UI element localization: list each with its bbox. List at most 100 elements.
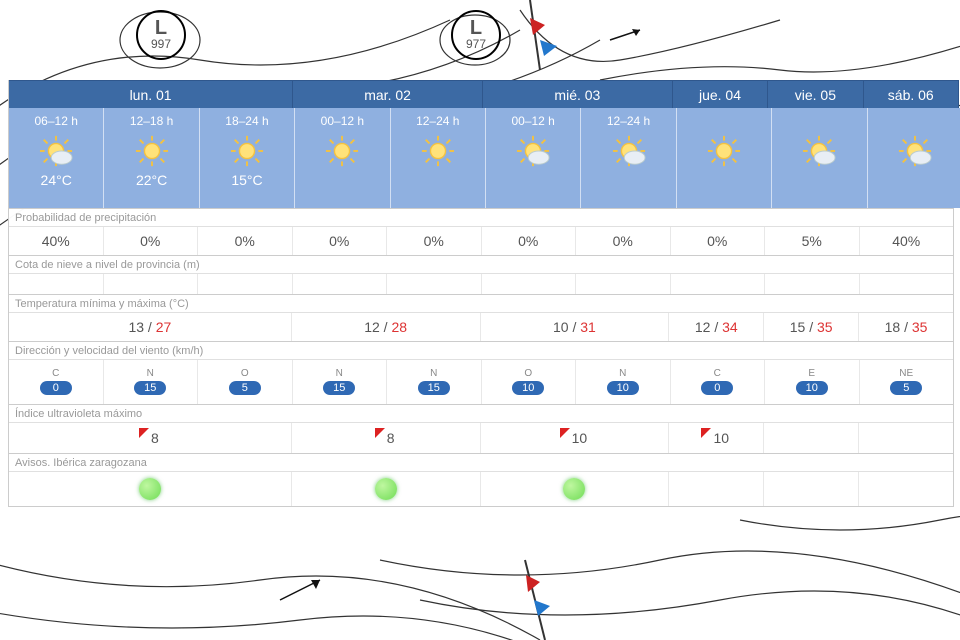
uv-cell: 8 (292, 423, 481, 453)
wind-speed-badge: 0 (701, 381, 733, 395)
wind-speed-badge: 0 (40, 381, 72, 395)
sun-cloud-icon (516, 134, 550, 168)
alerts-row (9, 471, 953, 506)
snow-cell (198, 274, 293, 294)
wind-direction: C (714, 369, 721, 379)
precip-row: 40%0%0%0%0%0%0%0%5%40% (9, 226, 953, 255)
alert-green-icon (375, 478, 397, 500)
time-slot[interactable] (868, 108, 960, 208)
sun-icon (707, 134, 741, 168)
day-header[interactable]: sáb. 06 (864, 80, 959, 108)
time-range: 06–12 h (9, 114, 103, 130)
temp-cell: 15 / 35 (764, 313, 859, 341)
temp-cell: 12 / 34 (669, 313, 764, 341)
wind-cell: N10 (576, 360, 671, 404)
wind-cell: NE 5 (860, 360, 954, 404)
snow-cell (104, 274, 199, 294)
time-slot[interactable]: 06–12 h24°C (9, 108, 104, 208)
temp-cell: 13 / 27 (9, 313, 292, 341)
uv-flag-icon (375, 428, 385, 438)
uv-row: 881010 (9, 422, 953, 453)
wind-direction: NE (899, 369, 913, 379)
snow-cell (482, 274, 577, 294)
snow-cell (765, 274, 860, 294)
alert-cell (292, 472, 481, 506)
pressure-system-label: L997 (136, 10, 186, 60)
row-label-temp: Temperatura mínima y máxima (°C) (9, 294, 953, 312)
wind-speed-badge: 5 (890, 381, 922, 395)
slot-temperature: 15°C (200, 172, 294, 188)
sun-cloud-icon (39, 134, 73, 168)
snow-cell (387, 274, 482, 294)
temp-cell: 18 / 35 (859, 313, 953, 341)
wind-cell: O10 (482, 360, 577, 404)
alert-cell (764, 472, 859, 506)
day-header[interactable]: mié. 03 (483, 80, 673, 108)
precip-cell: 0% (482, 227, 577, 255)
time-slot[interactable]: 12–24 h (391, 108, 486, 208)
sun-cloud-icon (898, 134, 932, 168)
precip-cell: 0% (576, 227, 671, 255)
time-range: 18–24 h (200, 114, 294, 130)
row-label-snow: Cota de nieve a nivel de provincia (m) (9, 255, 953, 273)
row-label-precip: Probabilidad de precipitación (9, 208, 953, 226)
sun-icon (230, 134, 264, 168)
forecast-table: lun. 01mar. 02mié. 03jue. 04vie. 05sáb. … (8, 80, 954, 507)
row-label-alerts: Avisos. Ibérica zaragozana (9, 453, 953, 471)
temp-row: 13 / 2712 / 2810 / 3112 / 3415 / 3518 / … (9, 312, 953, 341)
day-header[interactable]: jue. 04 (673, 80, 768, 108)
uv-value: 10 (572, 430, 588, 446)
time-slot[interactable]: 12–18 h 22°C (104, 108, 199, 208)
wind-cell: N15 (387, 360, 482, 404)
sun-cloud-icon (802, 134, 836, 168)
wind-row: C0N15O5N15N15O10N10C0E10NE5 (9, 359, 953, 404)
time-range (677, 114, 771, 130)
wind-direction: C (52, 369, 59, 379)
time-slot[interactable]: 00–12 h (486, 108, 581, 208)
snow-cell (671, 274, 766, 294)
slot-temperature: 22°C (104, 172, 198, 188)
temp-cell: 10 / 31 (481, 313, 670, 341)
alert-cell (9, 472, 292, 506)
time-range: 00–12 h (486, 114, 580, 130)
precip-cell: 0% (671, 227, 766, 255)
precip-cell: 0% (104, 227, 199, 255)
wind-direction: N (147, 369, 154, 379)
wind-speed-badge: 15 (134, 381, 166, 395)
time-slot[interactable] (772, 108, 867, 208)
alert-cell (669, 472, 764, 506)
snow-cell (576, 274, 671, 294)
day-header[interactable]: vie. 05 (768, 80, 863, 108)
precip-cell: 5% (765, 227, 860, 255)
time-range: 12–18 h (104, 114, 198, 130)
time-slot[interactable]: 00–12 h (295, 108, 390, 208)
wind-direction: N (430, 369, 437, 379)
alert-cell (481, 472, 670, 506)
wind-cell: O5 (198, 360, 293, 404)
time-range: 12–24 h (581, 114, 675, 130)
time-slot[interactable]: 12–24 h (581, 108, 676, 208)
time-slot-row: 06–12 h24°C12–18 h 22°C 18–24 h 15°C 00–12 h… (9, 108, 953, 208)
time-slot[interactable]: 18–24 h 15°C (200, 108, 295, 208)
pressure-system-label: L977 (451, 10, 501, 60)
uv-flag-icon (139, 428, 149, 438)
wind-direction: O (241, 369, 249, 379)
day-header[interactable]: lun. 01 (9, 80, 293, 108)
time-range: 12–24 h (391, 114, 485, 130)
uv-cell: 8 (9, 423, 292, 453)
time-range: 00–12 h (295, 114, 389, 130)
precip-cell: 40% (9, 227, 104, 255)
sun-icon (135, 134, 169, 168)
day-header-row: lun. 01mar. 02mié. 03jue. 04vie. 05sáb. … (9, 80, 953, 108)
row-label-uv: Índice ultravioleta máximo (9, 404, 953, 422)
precip-cell: 0% (387, 227, 482, 255)
time-range (868, 114, 960, 130)
time-slot[interactable] (677, 108, 772, 208)
sun-icon (421, 134, 455, 168)
day-header[interactable]: mar. 02 (293, 80, 483, 108)
wind-speed-badge: 10 (512, 381, 544, 395)
precip-cell: 40% (860, 227, 954, 255)
time-range (772, 114, 866, 130)
wind-speed-badge: 15 (323, 381, 355, 395)
snow-cell (860, 274, 954, 294)
